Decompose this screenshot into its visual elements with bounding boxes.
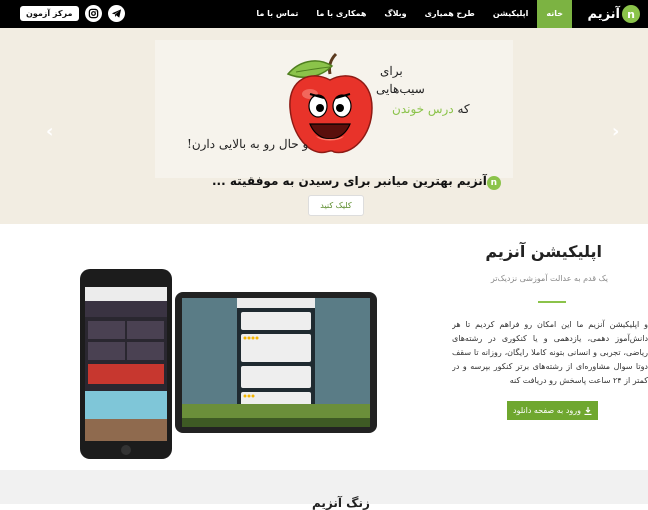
app-section-title: اپلیکیشن آنزیم [485,242,602,261]
top-navbar: n آنزیم خانه اپلیکیشن طرح همیاری وبلاگ ه… [0,0,648,28]
hero-line-3: که درس خوندن [392,102,470,116]
hero-line-3-prefix: که [453,102,470,116]
hero-line-1: برای [380,64,403,78]
hero-carousel: برای سیب‌هایی که درس خوندن و حال رو به ب… [0,28,648,224]
menu-item-contact[interactable]: تماس با ما [247,0,307,28]
chevron-right-icon[interactable]: › [612,121,619,142]
footer-title: زنگ آنزیم [312,496,370,510]
menu-item-blog[interactable]: وبلاگ [375,0,415,28]
menu-item-home[interactable]: خانه [537,0,572,28]
brand-logo[interactable]: n آنزیم [587,5,640,23]
menu-item-app[interactable]: اپلیکیشن [484,0,538,28]
hero-line-2: سیب‌هایی [376,82,425,96]
nav-left-tools: مرکز آزمون [20,5,125,22]
instagram-icon[interactable] [84,5,102,22]
telegram-icon[interactable] [107,5,125,22]
tablet-mockup [175,292,377,433]
hero-tagline-text: آنزیم بهترین میانبر برای رسیدن به موفقیت… [212,174,487,188]
hero-cta-button[interactable]: کلیک کنید [308,195,364,216]
brand-name: آنزیم [587,6,620,22]
tagline-logo-icon: n [486,176,501,190]
menu-item-cooperation-plan[interactable]: طرح همیاری [416,0,484,28]
brand-mark: n [622,5,640,23]
app-section-subtitle: یک قدم به عدالت آموزشی نزدیک‌تر [490,274,608,283]
phone-mockup [80,269,172,459]
hero-line-3-highlight: درس خوندن [392,102,454,116]
menu-item-work-with-us[interactable]: همکاری با ما [307,0,375,28]
chevron-left-icon[interactable]: ‹ [46,121,53,142]
hero-line-4: و حال رو به بالایی دارن! [187,137,309,151]
title-divider [538,301,566,303]
download-button-label: ورود به صفحه دانلود [513,406,581,415]
exam-center-button[interactable]: مرکز آزمون [20,6,79,21]
download-page-button[interactable]: ورود به صفحه دانلود [507,401,598,420]
hero-tagline: nآنزیم بهترین میانبر برای رسیدن به موفقی… [212,174,503,190]
app-description: و اپلیکیشن آنزیم ما این امکان رو فراهم ک… [452,320,648,385]
download-icon [584,406,592,415]
main-menu: خانه اپلیکیشن طرح همیاری وبلاگ همکاری با… [247,0,572,28]
